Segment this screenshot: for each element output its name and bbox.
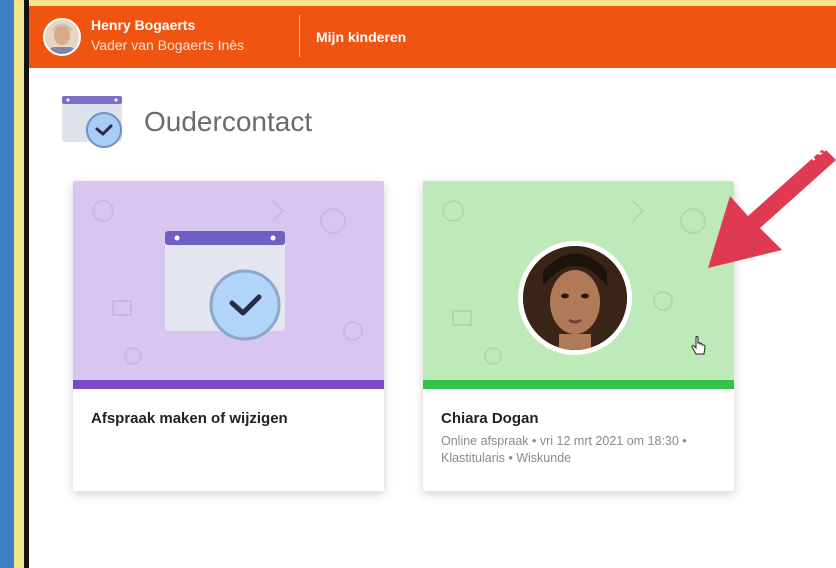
nav-link-mijn-kinderen[interactable]: Mijn kinderen (316, 29, 406, 45)
user-role: Vader van Bogaerts Inès (91, 37, 245, 53)
card-title: Afspraak maken of wijzigen (91, 410, 288, 427)
card-stripe-purple (73, 380, 384, 389)
calendar-clock-icon (62, 96, 124, 157)
teacher-name: Chiara Dogan (441, 410, 539, 427)
pointer-hand-icon (691, 336, 706, 355)
frame-left-edge (24, 0, 29, 568)
card-header-purple (73, 181, 384, 380)
page-title: Oudercontact (144, 106, 313, 137)
card-header-green (423, 181, 734, 380)
appointment-details: Online afspraak • vri 12 mrt 2021 om 18:… (441, 434, 687, 465)
card-make-appointment[interactable]: Afspraak maken of wijzigen (73, 181, 384, 491)
card-teacher-appointment[interactable]: Chiara Dogan Online afspraak • vri 12 mr… (423, 181, 734, 491)
frame-left-border-inner (14, 0, 24, 568)
user-avatar[interactable] (43, 18, 81, 56)
teacher-avatar (518, 241, 632, 355)
header-divider (299, 15, 300, 57)
card-stripe-green (423, 380, 734, 389)
arrow-annotation: kli (708, 126, 836, 268)
top-navigation-bar: Henry Bogaerts Vader van Bogaerts Inès M… (29, 6, 836, 68)
calendar-clock-icon (165, 231, 285, 341)
frame-left-border (0, 0, 14, 568)
user-name: Henry Bogaerts (91, 17, 196, 33)
